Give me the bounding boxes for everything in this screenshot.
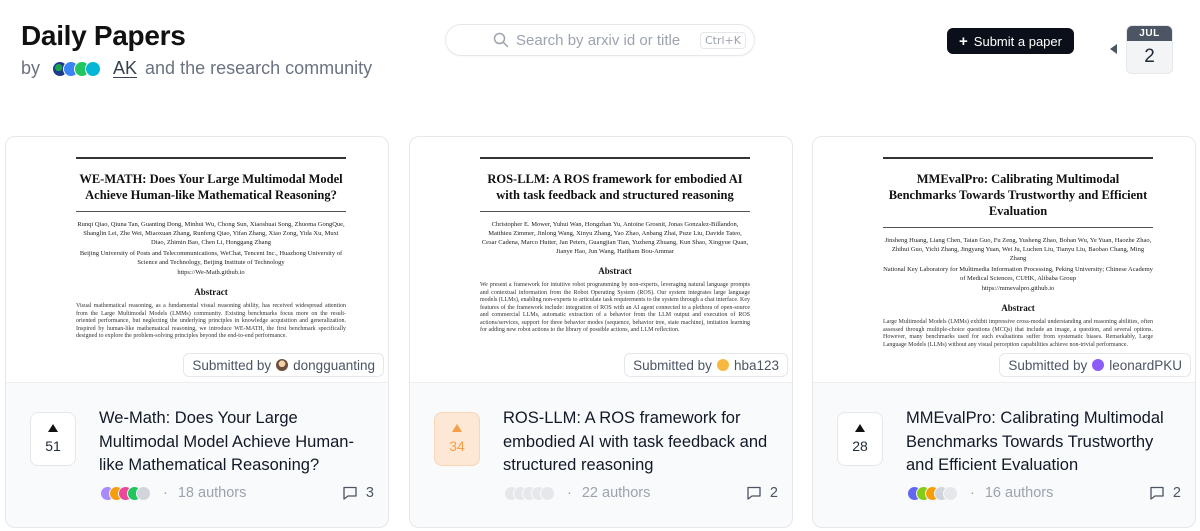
header-subtitle: by AK and the research community (21, 58, 372, 79)
search-bar[interactable]: Ctrl+K (445, 24, 755, 56)
comment-count: 3 (365, 485, 374, 501)
comment-count: 2 (1172, 485, 1181, 501)
thumb-authors: Runqi Qiao, Qiuna Tan, Guanting Dong, Mi… (77, 221, 345, 246)
chevron-left-icon[interactable] (1110, 44, 1117, 54)
upvote-triangle-icon (452, 424, 462, 432)
thumb-affiliations: Beijing University of Posts and Telecomm… (79, 250, 343, 266)
paper-title-link[interactable]: ROS-LLM: A ROS framework for embodied AI… (503, 407, 778, 478)
author-count[interactable]: 22 authors (582, 485, 651, 501)
thumb-link: https://mmevalpro.github.io (981, 285, 1055, 292)
date-month: JUL (1127, 26, 1172, 41)
by-text: by (21, 58, 41, 78)
upvote-button[interactable]: 28 (837, 412, 883, 466)
thumb-abstract: Large Multimodal Models (LMMs) exhibit i… (883, 319, 1153, 348)
upvote-count: 34 (449, 438, 465, 454)
avatar (540, 485, 555, 501)
author-count[interactable]: 18 authors (178, 485, 247, 501)
comment-bubble-icon (343, 486, 357, 500)
author-avatars[interactable] (100, 485, 151, 501)
paper-thumbnail[interactable]: ROS-LLM: A ROS framework for embodied AI… (410, 137, 792, 383)
author-count[interactable]: 16 authors (985, 485, 1054, 501)
submitted-by-label: Submitted by (633, 357, 712, 373)
paper-title-link[interactable]: We-Math: Does Your Large Multimodal Mode… (99, 407, 374, 478)
upvote-button[interactable]: 34 (434, 412, 480, 466)
curator-avatars[interactable] (52, 60, 102, 77)
avatar (1092, 359, 1105, 371)
submitted-by-label: Submitted by (1008, 357, 1088, 373)
date-picker[interactable]: JUL 2 (1126, 25, 1173, 74)
submit-paper-button[interactable]: + Submit a paper (947, 28, 1074, 54)
search-shortcut: Ctrl+K (699, 32, 746, 49)
ak-link[interactable]: AK (113, 58, 137, 79)
plus-icon: + (959, 32, 968, 50)
date-day: 2 (1144, 46, 1155, 67)
thumb-abstract-heading: Abstract (1001, 303, 1035, 313)
separator-dot: · (163, 485, 168, 501)
thumb-abstract: Visual mathematical reasoning, as a fund… (76, 303, 346, 339)
paper-preview: WE-MATH: Does Your Large Multimodal Mode… (76, 157, 346, 341)
paper-card[interactable]: MMEvalPro: Calibrating Multimodal Benchm… (812, 136, 1196, 528)
paper-preview: ROS-LLM: A ROS framework for embodied AI… (480, 157, 750, 335)
thumb-abstract-heading: Abstract (194, 287, 228, 297)
submitted-by-badge[interactable]: Submitted by dongguanting (183, 353, 384, 377)
submitted-by-label: Submitted by (192, 357, 272, 373)
thumb-authors: Jinsheng Huang, Liang Chen, Taian Guo, F… (884, 237, 1152, 262)
thumb-abstract: We present a framework for intuitive rob… (480, 282, 750, 333)
thumb-abstract-heading: Abstract (598, 266, 632, 276)
paper-meta: · 16 authors 2 (907, 483, 1181, 503)
avatar (136, 485, 151, 501)
paper-thumbnail[interactable]: WE-MATH: Does Your Large Multimodal Mode… (6, 137, 388, 383)
avatar (85, 60, 102, 77)
comment-bubble-icon (1150, 486, 1164, 500)
thumb-title: ROS-LLM: A ROS framework for embodied AI… (487, 172, 743, 202)
upvote-count: 28 (852, 438, 868, 454)
thumb-link: https://We-Math.github.io (177, 269, 245, 276)
submitter-name: dongguanting (293, 357, 375, 373)
submit-paper-label: Submit a paper (973, 33, 1062, 49)
upvote-triangle-icon (855, 424, 865, 432)
separator-dot: · (567, 485, 572, 501)
thumb-affiliations: National Key Laboratory for Multimedia I… (883, 266, 1153, 282)
paper-thumbnail[interactable]: MMEvalPro: Calibrating Multimodal Benchm… (813, 137, 1195, 383)
community-text: and the research community (145, 58, 373, 78)
separator-dot: · (970, 485, 975, 501)
paper-preview: MMEvalPro: Calibrating Multimodal Benchm… (883, 157, 1153, 349)
upvote-count: 51 (45, 438, 61, 454)
paper-card[interactable]: ROS-LLM: A ROS framework for embodied AI… (409, 136, 793, 528)
paper-meta: · 22 authors 2 (504, 483, 778, 503)
search-icon (493, 32, 509, 48)
comments-link[interactable]: 2 (746, 485, 778, 501)
author-avatars[interactable] (504, 485, 555, 501)
upvote-triangle-icon (48, 424, 58, 432)
thumb-authors: Christopher E. Mower, Yuhui Wan, Hongzha… (481, 221, 749, 255)
thumb-title: WE-MATH: Does Your Large Multimodal Mode… (79, 172, 343, 202)
comment-count: 2 (769, 485, 778, 501)
comments-link[interactable]: 3 (342, 485, 374, 501)
avatar (943, 485, 958, 501)
avatar (716, 359, 729, 371)
thumb-title: MMEvalPro: Calibrating Multimodal Benchm… (888, 172, 1148, 218)
upvote-button[interactable]: 51 (30, 412, 76, 466)
author-avatars[interactable] (907, 485, 958, 501)
submitter-name: hba123 (733, 357, 779, 373)
paper-card[interactable]: WE-MATH: Does Your Large Multimodal Mode… (5, 136, 389, 528)
paper-title-link[interactable]: MMEvalPro: Calibrating Multimodal Benchm… (906, 407, 1181, 478)
submitter-name: leonardPKU (1109, 357, 1182, 373)
submitted-by-badge[interactable]: Submitted by leonardPKU (999, 353, 1191, 377)
paper-meta: · 18 authors 3 (100, 483, 374, 503)
page-title: Daily Papers (21, 20, 186, 51)
avatar (276, 359, 289, 371)
comments-link[interactable]: 2 (1149, 485, 1181, 501)
comment-bubble-icon (747, 486, 761, 500)
submitted-by-badge[interactable]: Submitted by hba123 (624, 353, 788, 377)
search-input[interactable] (492, 31, 682, 49)
